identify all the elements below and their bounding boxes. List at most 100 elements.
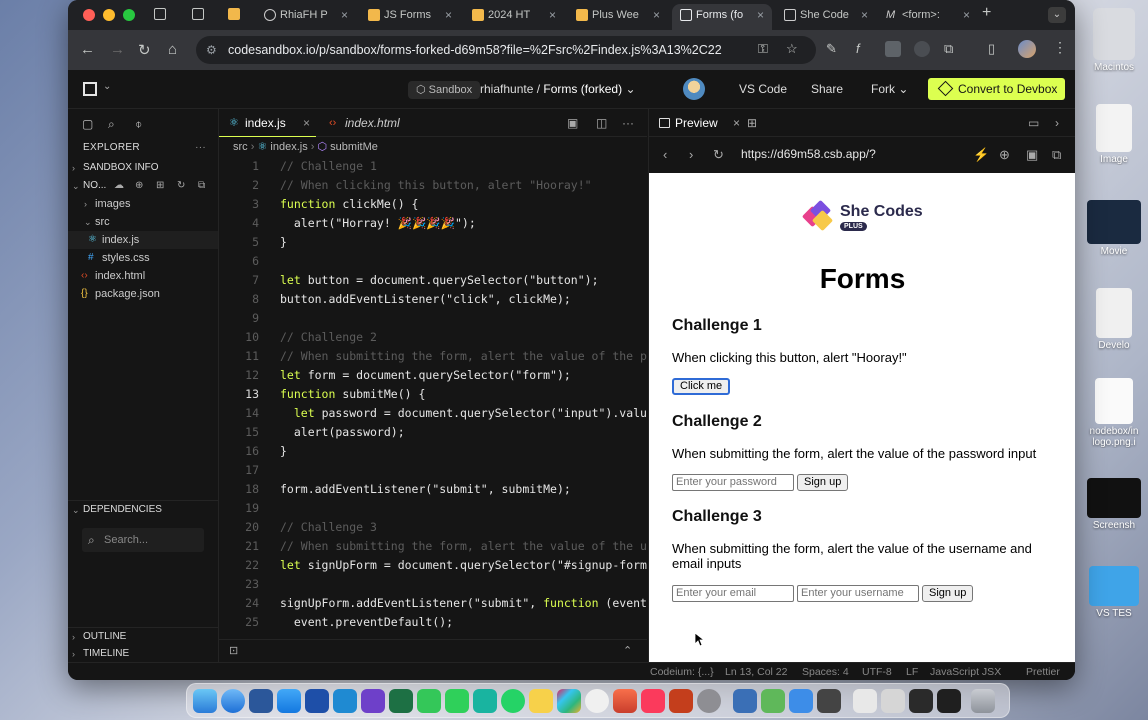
dependencies-section[interactable]: ⌄ DEPENDENCIES <box>68 500 219 518</box>
slack-icon[interactable] <box>557 689 581 713</box>
eyedropper-extension-icon[interactable]: ✎ <box>826 41 837 57</box>
python-launcher-icon[interactable] <box>305 689 329 713</box>
browser-tab[interactable]: JS Forms × <box>360 4 460 26</box>
convert-to-devbox-button[interactable]: Convert to Devbox <box>928 78 1065 100</box>
photos-icon[interactable] <box>613 689 637 713</box>
browser-tab-active[interactable]: Forms (fo × <box>672 4 772 30</box>
facetime-icon[interactable] <box>445 689 469 713</box>
powerpoint-icon[interactable] <box>669 689 693 713</box>
desktop-item-macintosh[interactable]: Macintos <box>1080 8 1148 73</box>
editor-tab-index-html[interactable]: ‹› index.html <box>319 109 400 137</box>
trash-icon[interactable] <box>971 689 995 713</box>
indentation-status[interactable]: Spaces: 4 <box>802 666 849 678</box>
quicktime-icon[interactable] <box>817 689 841 713</box>
editor-tab-index-js[interactable]: ⚛ index.js × <box>219 109 316 137</box>
add-tab-icon[interactable]: ⊞ <box>747 116 757 130</box>
tree-item-package-json[interactable]: {} package.json <box>68 285 218 303</box>
password-key-icon[interactable]: ⚿ <box>758 41 768 57</box>
chevron-up-icon[interactable]: ⌃ <box>623 644 632 657</box>
mail-icon[interactable] <box>789 689 813 713</box>
more-actions-icon[interactable]: ··· <box>622 116 634 130</box>
close-tab-icon[interactable]: × <box>733 116 740 130</box>
browser-tab[interactable]: M <form>: × <box>878 4 978 26</box>
tree-item-styles-css[interactable]: # styles.css <box>68 249 218 267</box>
reload-icon[interactable]: ↻ <box>138 41 151 59</box>
tree-item-images[interactable]: › images <box>68 195 218 213</box>
code-line[interactable]: function clickMe() { <box>280 197 418 211</box>
tree-item-index-js[interactable]: ⚛ index.js <box>68 231 218 249</box>
desktop-item-image[interactable]: Image <box>1080 104 1148 165</box>
close-tab-icon[interactable]: × <box>653 4 660 26</box>
tree-item-src[interactable]: ⌄ src <box>68 213 218 231</box>
prettier-status[interactable]: Prettier <box>1026 666 1060 678</box>
document-icon[interactable] <box>853 689 877 713</box>
outline-section[interactable]: › OUTLINE <box>68 627 219 645</box>
close-tab-icon[interactable]: × <box>963 4 970 26</box>
code-line[interactable]: alert(password); <box>280 425 405 439</box>
minimize-window-button[interactable] <box>103 9 115 21</box>
chevron-down-icon[interactable]: ⌄ <box>103 81 111 92</box>
app-store-icon[interactable] <box>277 689 301 713</box>
whatsapp-alt-icon[interactable] <box>473 689 497 713</box>
terminal-icon[interactable]: ⊡ <box>229 644 238 657</box>
password-input[interactable]: Enter your password <box>672 474 794 491</box>
code-line[interactable]: // When submitting the form, alert the v… <box>280 539 647 553</box>
screenshot-thumbnail-icon[interactable] <box>909 689 933 713</box>
pinned-tab-icon[interactable] <box>192 8 204 20</box>
vscode-button[interactable]: VS Code <box>739 82 787 96</box>
home-icon[interactable]: ⌂ <box>168 41 177 58</box>
desktop-item-movie[interactable]: Movie <box>1080 200 1148 257</box>
github-desktop-icon[interactable] <box>361 689 385 713</box>
code-line[interactable]: form.addEventListener("submit", submitMe… <box>280 482 571 496</box>
browser-menu-icon[interactable]: ⋮ <box>1053 39 1067 56</box>
code-area[interactable]: 1 // Challenge 1 2 // When clicking this bu… <box>219 157 647 635</box>
side-panel-icon[interactable]: ▯ <box>988 41 995 57</box>
new-folder-icon[interactable]: ⊞ <box>156 177 164 195</box>
puzzle-extensions-icon[interactable]: ⧉ <box>944 41 953 57</box>
browser-tab[interactable]: RhiaFH P × <box>256 4 356 26</box>
back-arrow-icon[interactable]: ← <box>80 41 95 58</box>
sign-up-button[interactable]: Sign up <box>797 474 849 491</box>
user-avatar[interactable] <box>683 78 705 100</box>
email-input[interactable]: Enter your email <box>672 585 794 602</box>
panel-layout-icon[interactable]: ▭ <box>1028 116 1039 130</box>
back-chevron-icon[interactable]: ‹ <box>663 147 667 162</box>
close-window-button[interactable] <box>83 9 95 21</box>
magic-wand-icon[interactable]: ⚡ <box>973 147 989 163</box>
click-me-button[interactable]: Click me <box>672 378 731 395</box>
browser-tab[interactable]: 2024 HT × <box>464 4 564 26</box>
close-tab-icon[interactable]: × <box>341 4 348 26</box>
pinned-tab-icon[interactable] <box>154 8 166 20</box>
cursor-position[interactable]: Ln 13, Col 22 <box>725 666 787 678</box>
code-line[interactable]: function submitMe() { <box>280 387 425 401</box>
close-tab-icon[interactable]: × <box>549 4 556 26</box>
function-extension-icon[interactable]: f <box>856 41 860 56</box>
code-line[interactable]: } <box>280 235 287 249</box>
code-line[interactable]: let form = document.querySelector("form"… <box>280 368 571 382</box>
safari-icon[interactable] <box>221 689 245 713</box>
dependencies-search-input[interactable]: ⌕ Search... <box>82 528 204 552</box>
code-line[interactable]: event.preventDefault(); <box>280 615 453 629</box>
finder-icon[interactable] <box>193 689 217 713</box>
desktop-item-develop[interactable]: Develo <box>1080 288 1148 351</box>
fork-button[interactable]: Fork ⌄ <box>871 82 908 96</box>
browser-tab[interactable]: Plus Wee × <box>568 4 668 26</box>
tree-item-index-html[interactable]: ‹› index.html <box>68 267 218 285</box>
profile-avatar[interactable] <box>1018 40 1036 58</box>
devtools-icon[interactable]: ▣ <box>1026 147 1038 163</box>
numbers-icon[interactable] <box>761 689 785 713</box>
zoom-window-button[interactable] <box>123 9 135 21</box>
workspace-root-section[interactable]: ⌄ NO... ☁ ⊕ ⊞ ↻ ⧉ <box>68 177 218 195</box>
codesandbox-logo-icon[interactable] <box>83 82 97 96</box>
code-line[interactable]: } <box>280 444 287 458</box>
source-control-icon[interactable]: ⌽ <box>135 117 142 132</box>
excel-icon[interactable] <box>389 689 413 713</box>
code-line[interactable]: let button = document.querySelector("but… <box>280 273 599 287</box>
code-line[interactable]: let password = document.querySelector("i… <box>280 406 647 420</box>
screenshot-thumbnail-icon[interactable] <box>937 689 961 713</box>
tab-search-chevron-icon[interactable]: ⌄ <box>1048 7 1066 23</box>
search-icon[interactable]: ⌕ <box>108 117 115 132</box>
new-file-icon[interactable]: ⊕ <box>135 177 143 195</box>
desktop-item-nodebox-logo[interactable]: nodebox/in logo.png.i <box>1080 378 1148 448</box>
code-line[interactable]: alert("Horray! 🎉🎉🎉🎉"); <box>280 216 476 230</box>
